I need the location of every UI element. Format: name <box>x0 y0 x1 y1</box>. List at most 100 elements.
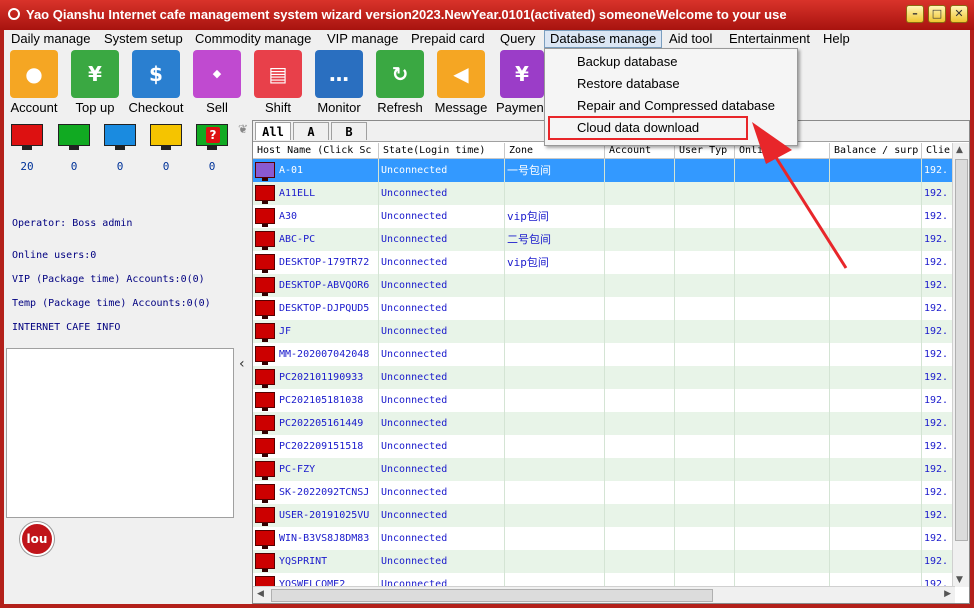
table-row[interactable]: DESKTOP-179TR72 Unconnected vip包间 192. <box>253 251 955 274</box>
tab-b[interactable]: B <box>331 122 367 140</box>
tab-all[interactable]: All <box>255 122 291 140</box>
cell-empty <box>605 251 675 274</box>
monitor-icon <box>104 124 136 146</box>
table-row[interactable]: PC202105181038 Unconnected 192. <box>253 389 955 412</box>
vertical-scrollbar[interactable]: ▲ ▼ <box>952 143 969 587</box>
minimize-button[interactable]: – <box>906 5 924 23</box>
table-row[interactable]: WIN-B3VS8J8DM83 Unconnected 192. <box>253 527 955 550</box>
maximize-button[interactable]: □ <box>928 5 946 23</box>
monitor-status-green[interactable] <box>58 124 90 150</box>
table-row[interactable]: MM-202007042048 Unconnected 192. <box>253 343 955 366</box>
operator-label: Operator: Boss admin <box>12 218 133 229</box>
cell-empty <box>605 527 675 550</box>
table-row[interactable]: SK-2022092TCNSJ Unconnected 192. <box>253 481 955 504</box>
cell-empty <box>605 228 675 251</box>
message-list[interactable] <box>6 348 234 518</box>
cell-empty <box>675 527 735 550</box>
table-row[interactable]: PC-FZY Unconnected 192. <box>253 458 955 481</box>
table-row[interactable]: PC202209151518 Unconnected 192. <box>253 435 955 458</box>
menu-commodity-manage[interactable]: Commodity manage <box>190 30 316 48</box>
col-header-state[interactable]: State(Login time) <box>379 143 505 159</box>
table-row[interactable]: A-01 Unconnected 一号包间 192. <box>253 159 955 182</box>
menu-query[interactable]: Query <box>495 30 540 48</box>
menu-help[interactable]: Help <box>818 30 855 48</box>
table-row[interactable]: DESKTOP-ABVQOR6 Unconnected 192. <box>253 274 955 297</box>
table-row[interactable]: A11ELL Unconnected 192. <box>253 182 955 205</box>
checkout-button[interactable]: $ Checkout <box>126 49 186 119</box>
tab-a[interactable]: A <box>293 122 329 140</box>
top-up-button[interactable]: ¥ Top up <box>65 49 125 119</box>
cafe-info-label: INTERNET CAFE INFO <box>12 322 121 333</box>
cell-state: Unconnected <box>379 297 505 320</box>
monitor-status-blue[interactable] <box>104 124 136 150</box>
cell-client: 192. <box>922 366 955 389</box>
shift-icon: ▤ <box>254 50 302 98</box>
cell-empty <box>675 297 735 320</box>
table-row[interactable]: JF Unconnected 192. <box>253 320 955 343</box>
swirl-icon: ❦ <box>238 122 249 136</box>
cell-state: Unconnected <box>379 251 505 274</box>
monitor-status-unknown[interactable]: ? <box>196 124 228 150</box>
menu-entertainment[interactable]: Entertainment <box>724 30 815 48</box>
cell-empty <box>735 435 830 458</box>
cell-host: USER-20191025VU <box>253 504 379 527</box>
close-button[interactable]: ✕ <box>950 5 968 23</box>
menu-aid-tool[interactable]: Aid tool <box>664 30 717 48</box>
cell-empty <box>735 412 830 435</box>
menu-daily-manage[interactable]: Daily manage <box>6 30 96 48</box>
col-header-host[interactable]: Host Name (Click Sc <box>253 143 379 159</box>
panel-splitter[interactable]: ❦ ‹ <box>236 120 252 604</box>
computer-icon <box>255 254 275 273</box>
shift-button[interactable]: ▤ Shift <box>248 49 308 119</box>
table-row[interactable]: YQSPRINT Unconnected 192. <box>253 550 955 573</box>
monitor-status-yellow[interactable] <box>150 124 182 150</box>
cell-empty <box>605 320 675 343</box>
monitor-button[interactable]: … Monitor <box>309 49 369 119</box>
refresh-button[interactable]: ↻ Refresh <box>370 49 430 119</box>
table-row[interactable]: A30 Unconnected vip包间 192. <box>253 205 955 228</box>
menu-prepaid-card[interactable]: Prepaid card <box>406 30 490 48</box>
table-row[interactable]: DESKTOP-DJPQUD5 Unconnected 192. <box>253 297 955 320</box>
arrow-down-icon[interactable]: ▼ <box>956 575 963 585</box>
menu-repair-database[interactable]: Repair and Compressed database <box>577 95 775 117</box>
tool-label: Account <box>10 100 58 115</box>
cell-state: Unconnected <box>379 182 505 205</box>
arrow-up-icon[interactable]: ▲ <box>956 145 963 155</box>
menu-system-setup[interactable]: System setup <box>99 30 188 48</box>
tool-label: Shift <box>264 100 291 115</box>
sell-button[interactable]: ◆ Sell <box>187 49 247 119</box>
message-button[interactable]: ◀ Message <box>431 49 491 119</box>
arrow-left-icon[interactable]: ◀ <box>257 589 264 599</box>
menu-vip-manage[interactable]: VIP manage <box>322 30 403 48</box>
count-green: 0 <box>70 160 78 173</box>
cell-empty <box>605 389 675 412</box>
table-row[interactable]: PC202205161449 Unconnected 192. <box>253 412 955 435</box>
menu-backup-database[interactable]: Backup database <box>577 51 677 73</box>
cell-empty <box>830 205 922 228</box>
monitor-status-red[interactable] <box>11 124 43 150</box>
cell-client: 192. <box>922 228 955 251</box>
horizontal-scrollbar[interactable]: ◀ ▶ <box>253 586 955 603</box>
cell-empty <box>675 251 735 274</box>
h-scroll-thumb[interactable] <box>271 589 713 602</box>
table-row[interactable]: PC202101190933 Unconnected 192. <box>253 366 955 389</box>
left-panel: 20 0 0 0 ? 0 Operator: Boss admin Online… <box>4 120 236 604</box>
payment-button[interactable]: ¥ Paymen <box>492 49 552 119</box>
count-unknown: 0 <box>208 160 216 173</box>
table-row[interactable]: ABC-PC Unconnected 二号包间 192. <box>253 228 955 251</box>
menu-database-manage[interactable]: Database manage <box>544 30 663 48</box>
cell-state: Unconnected <box>379 274 505 297</box>
account-button[interactable]: ● Account <box>4 49 64 119</box>
menu-restore-database[interactable]: Restore database <box>577 73 680 95</box>
tool-label: Refresh <box>377 100 423 115</box>
col-header-client[interactable]: Clie <box>922 143 955 159</box>
scroll-thumb[interactable] <box>955 159 968 541</box>
cell-empty <box>605 435 675 458</box>
host-name: MM-202007042048 <box>279 349 370 360</box>
col-header-balance[interactable]: Balance / surp <box>830 143 922 159</box>
cell-empty <box>735 389 830 412</box>
arrow-right-icon[interactable]: ▶ <box>944 589 951 599</box>
chevron-left-icon[interactable]: ‹ <box>239 356 245 372</box>
yen-icon: ¥ <box>500 50 544 98</box>
table-row[interactable]: USER-20191025VU Unconnected 192. <box>253 504 955 527</box>
